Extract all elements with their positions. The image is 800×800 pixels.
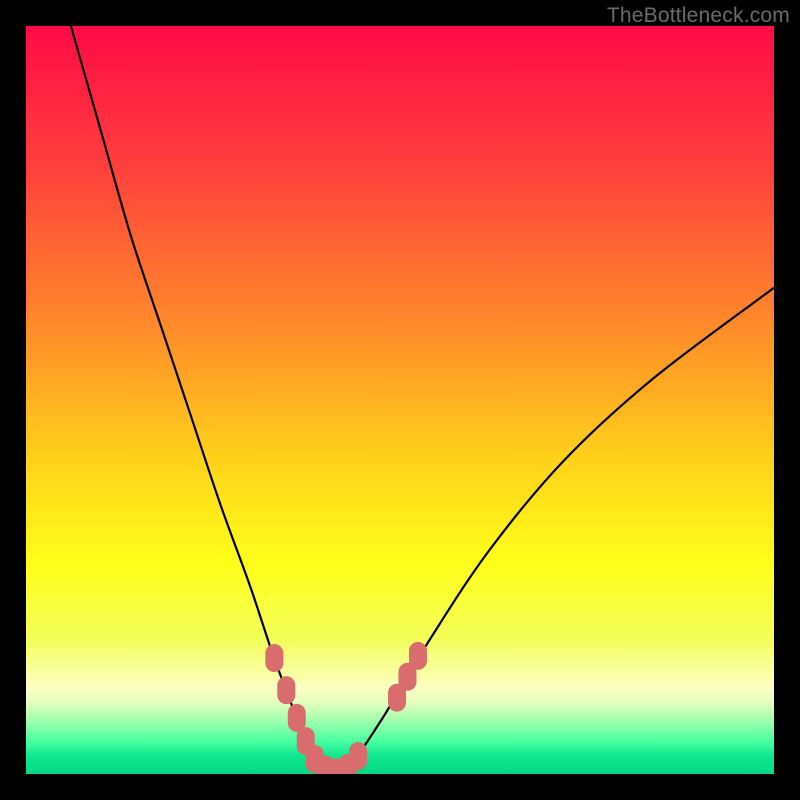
- plot-area: [26, 26, 774, 774]
- chart-frame: TheBottleneck.com: [0, 0, 800, 800]
- watermark-text: TheBottleneck.com: [607, 4, 790, 28]
- highlight-point: [277, 676, 295, 704]
- chart-svg: [26, 26, 774, 774]
- highlight-point: [265, 644, 283, 672]
- highlight-point: [349, 742, 367, 770]
- gradient-background: [26, 26, 774, 774]
- highlight-point: [409, 642, 427, 670]
